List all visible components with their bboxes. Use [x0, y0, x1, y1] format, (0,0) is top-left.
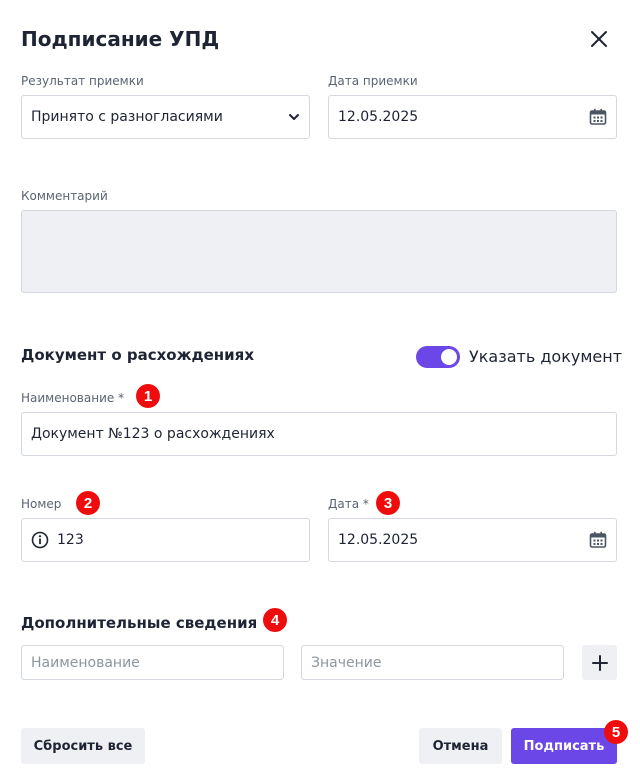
additional-name-input[interactable]: Наименование: [21, 645, 284, 680]
add-additional-info-button[interactable]: [582, 645, 617, 680]
close-icon: [591, 31, 607, 47]
document-date-value: 12.05.2025: [338, 532, 419, 548]
additional-name-placeholder: Наименование: [31, 654, 140, 671]
comment-label: Комментарий: [21, 189, 108, 203]
chevron-down-icon: [289, 114, 299, 120]
acceptance-date-value: 12.05.2025: [338, 109, 419, 125]
annotation-badge-1: 1: [136, 384, 160, 408]
annotation-badge-5: 5: [604, 720, 628, 744]
document-date-input[interactable]: 12.05.2025: [328, 518, 617, 562]
document-number-input[interactable]: 123: [21, 518, 310, 562]
specify-document-toggle-label[interactable]: Указать документ: [469, 347, 622, 366]
document-name-input[interactable]: Документ №123 о расхождениях: [21, 412, 617, 456]
plus-icon: [591, 654, 608, 671]
document-name-label: Наименование *: [21, 391, 125, 405]
annotation-badge-3: 3: [376, 491, 400, 515]
info-icon: [31, 531, 49, 549]
dialog-title: Подписание УПД: [21, 27, 220, 51]
acceptance-result-value: Принято с разногласиями: [31, 109, 223, 125]
document-date-label: Дата *: [328, 497, 369, 511]
comment-textarea[interactable]: [21, 210, 617, 293]
annotation-badge-2: 2: [76, 491, 100, 515]
close-button[interactable]: [586, 26, 612, 52]
discrepancy-section-title: Документ о расхождениях: [21, 346, 254, 364]
specify-document-toggle[interactable]: [416, 346, 460, 368]
acceptance-date-label: Дата приемки: [328, 74, 418, 88]
additional-section-title: Дополнительные сведения: [21, 614, 258, 632]
document-name-value: Документ №123 о расхождениях: [31, 426, 275, 442]
document-number-value: 123: [57, 532, 84, 548]
acceptance-date-input[interactable]: 12.05.2025: [328, 95, 617, 139]
toggle-knob: [441, 349, 457, 365]
acceptance-result-label: Результат приемки: [21, 74, 144, 88]
cancel-button[interactable]: Отмена: [419, 728, 502, 764]
calendar-icon[interactable]: [589, 108, 607, 126]
sign-button[interactable]: Подписать: [511, 728, 617, 764]
acceptance-result-select[interactable]: Принято с разногласиями: [21, 95, 310, 139]
reset-all-button[interactable]: Сбросить все: [21, 728, 145, 764]
additional-value-placeholder: Значение: [311, 654, 382, 671]
document-number-label: Номер: [21, 497, 62, 511]
annotation-badge-4: 4: [263, 608, 287, 632]
additional-value-input[interactable]: Значение: [301, 645, 564, 680]
calendar-icon[interactable]: [589, 531, 607, 549]
